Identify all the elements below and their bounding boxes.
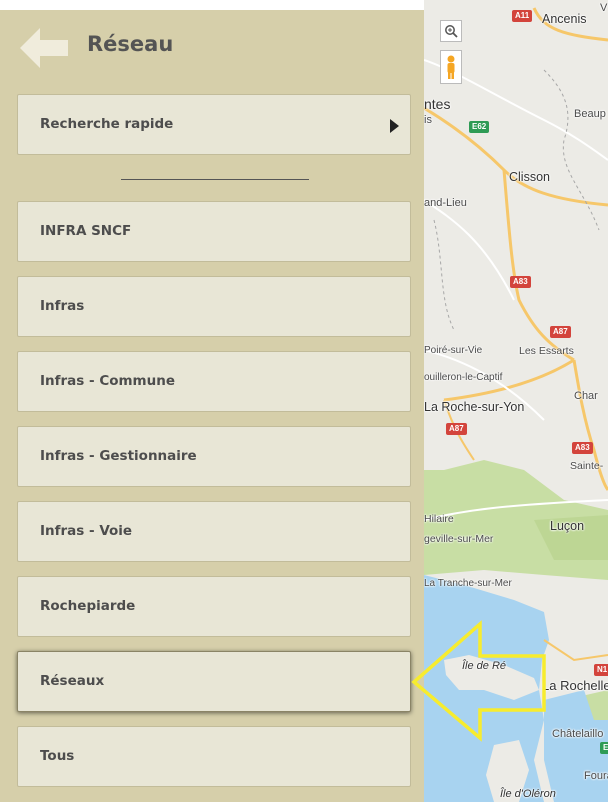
map-label: La Tranche-sur-Mer: [424, 578, 512, 589]
menu-item-label: Infras - Gestionnaire: [40, 448, 197, 464]
sidebar-header: Réseau: [0, 10, 424, 88]
road-badge: A83: [510, 276, 531, 288]
map-label: Beaup: [574, 108, 606, 120]
map-label: is: [424, 114, 432, 126]
map-label: V: [600, 2, 608, 14]
map-label: Clisson: [509, 170, 550, 184]
road-badge: A83: [572, 442, 593, 454]
road-badge: E: [600, 742, 608, 754]
menu-divider: [121, 179, 309, 180]
chevron-right-icon: [390, 119, 399, 133]
pegman-icon[interactable]: [440, 50, 462, 84]
annotation-arrow-icon: [411, 620, 546, 742]
road-badge: A87: [446, 423, 467, 435]
road-badge: E62: [469, 121, 490, 133]
map-label: Luçon: [550, 519, 585, 533]
menu-item-quick-search[interactable]: Recherche rapide: [17, 94, 411, 155]
menu-item-infra-sncf[interactable]: INFRA SNCF: [17, 201, 411, 262]
menu-item-label: Recherche rapide: [40, 116, 174, 132]
road-badge: N1: [594, 664, 608, 676]
map-label: ouilleron-le-Captif: [424, 372, 503, 383]
map-label: La Roche-sur-Yon: [424, 400, 525, 414]
map-label: Sainte-: [570, 460, 604, 472]
menu-item-infras[interactable]: Infras: [17, 276, 411, 337]
map-label: Foura: [584, 770, 608, 782]
map-label: Hilaire: [424, 513, 454, 525]
back-arrow-icon[interactable]: [18, 26, 70, 70]
page-title: Réseau: [87, 32, 174, 56]
menu-item-label: Infras - Voie: [40, 523, 133, 539]
map-label: Ancenis: [542, 12, 587, 26]
road-badge: A11: [512, 10, 533, 22]
road-badge: A87: [550, 326, 571, 338]
menu-item-label: Infras: [40, 298, 85, 314]
menu-item-label: Réseaux: [40, 673, 105, 689]
menu-item-infras-commune[interactable]: Infras - Commune: [17, 351, 411, 412]
menu-item-label: Tous: [40, 748, 75, 764]
menu-item-label: Infras - Commune: [40, 373, 176, 389]
map-label: La Rochelle: [542, 678, 608, 693]
menu-item-infras-voie[interactable]: Infras - Voie: [17, 501, 411, 562]
menu-item-label: Rochepiarde: [40, 598, 136, 614]
map-label: ntes: [424, 96, 451, 112]
menu-item-reseaux[interactable]: Réseaux: [17, 651, 411, 712]
menu-item-label: INFRA SNCF: [40, 223, 132, 239]
map-label: Île d'Oléron: [500, 788, 556, 800]
menu-item-infras-gestionnaire[interactable]: Infras - Gestionnaire: [17, 426, 411, 487]
map-label: and-Lieu: [424, 197, 467, 209]
zoom-icon[interactable]: [440, 20, 462, 42]
map-label: Poiré-sur-Vie: [424, 345, 483, 356]
map-label: Les Essarts: [519, 345, 574, 357]
map-label: Char: [574, 390, 598, 402]
map-label: geville-sur-Mer: [424, 533, 494, 545]
sidebar-panel: Réseau Recherche rapide INFRA SNCF Infra…: [0, 10, 424, 802]
menu-item-tous[interactable]: Tous: [17, 726, 411, 787]
map-label: Châtelaillo: [552, 728, 604, 740]
menu-item-rochepiarde[interactable]: Rochepiarde: [17, 576, 411, 637]
